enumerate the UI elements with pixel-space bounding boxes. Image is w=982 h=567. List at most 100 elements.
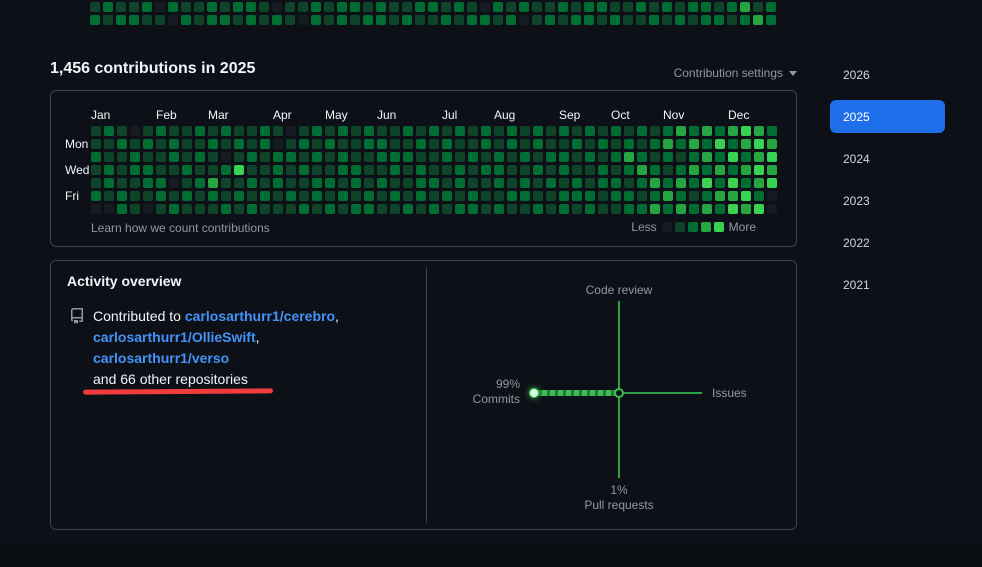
contribution-cell[interactable] xyxy=(350,2,360,12)
contribution-cell[interactable] xyxy=(325,152,335,162)
contribution-cell[interactable] xyxy=(442,126,452,136)
contribution-cell[interactable] xyxy=(325,165,335,175)
contribution-cell[interactable] xyxy=(299,178,309,188)
contribution-cell[interactable] xyxy=(91,165,101,175)
contribution-cell[interactable] xyxy=(364,139,374,149)
contribution-cell[interactable] xyxy=(455,204,465,214)
contribution-cell[interactable] xyxy=(572,178,582,188)
contribution-cell[interactable] xyxy=(572,126,582,136)
contribution-cell[interactable] xyxy=(299,165,309,175)
contribution-cell[interactable] xyxy=(156,126,166,136)
contribution-cell[interactable] xyxy=(519,15,529,25)
contribution-cell[interactable] xyxy=(689,165,699,175)
contribution-cell[interactable] xyxy=(416,165,426,175)
contribution-cell[interactable] xyxy=(715,178,725,188)
contribution-cell[interactable] xyxy=(181,15,191,25)
contribution-cell[interactable] xyxy=(468,152,478,162)
contribution-cell[interactable] xyxy=(416,152,426,162)
contribution-cell[interactable] xyxy=(182,165,192,175)
contribution-cell[interactable] xyxy=(338,191,348,201)
contribution-cell[interactable] xyxy=(169,191,179,201)
contribution-cell[interactable] xyxy=(273,191,283,201)
contribution-cell[interactable] xyxy=(130,178,140,188)
contribution-cell[interactable] xyxy=(169,204,179,214)
contribution-cell[interactable] xyxy=(285,2,295,12)
contribution-cell[interactable] xyxy=(494,178,504,188)
contribution-cell[interactable] xyxy=(143,126,153,136)
contribution-cell[interactable] xyxy=(520,204,530,214)
contribution-cell[interactable] xyxy=(572,165,582,175)
contribution-cell[interactable] xyxy=(754,178,764,188)
contribution-cell[interactable] xyxy=(480,2,490,12)
contribution-cell[interactable] xyxy=(493,2,503,12)
contribution-cell[interactable] xyxy=(493,15,503,25)
contribution-cell[interactable] xyxy=(701,2,711,12)
contribution-cell[interactable] xyxy=(195,152,205,162)
contribution-cell[interactable] xyxy=(363,15,373,25)
contribution-cell[interactable] xyxy=(728,204,738,214)
contribution-cell[interactable] xyxy=(428,15,438,25)
contribution-cell[interactable] xyxy=(754,165,764,175)
contribution-cell[interactable] xyxy=(221,165,231,175)
contribution-cell[interactable] xyxy=(117,204,127,214)
contribution-cell[interactable] xyxy=(507,152,517,162)
contribution-cell[interactable] xyxy=(676,191,686,201)
contribution-cell[interactable] xyxy=(91,204,101,214)
contribution-cell[interactable] xyxy=(168,2,178,12)
contribution-cell[interactable] xyxy=(351,204,361,214)
contribution-cell[interactable] xyxy=(312,178,322,188)
contribution-cell[interactable] xyxy=(494,139,504,149)
contribution-cell[interactable] xyxy=(194,15,204,25)
contribution-cell[interactable] xyxy=(390,165,400,175)
contribution-cell[interactable] xyxy=(559,191,569,201)
contribution-cell[interactable] xyxy=(247,191,257,201)
contribution-cell[interactable] xyxy=(442,204,452,214)
contribution-cell[interactable] xyxy=(767,191,777,201)
contribution-cell[interactable] xyxy=(246,15,256,25)
contribution-cell[interactable] xyxy=(688,15,698,25)
contribution-cell[interactable] xyxy=(182,126,192,136)
contribution-cell[interactable] xyxy=(351,152,361,162)
contribution-cell[interactable] xyxy=(364,204,374,214)
contribution-cell[interactable] xyxy=(312,139,322,149)
contribution-cell[interactable] xyxy=(429,178,439,188)
contribution-cell[interactable] xyxy=(260,178,270,188)
contribution-cell[interactable] xyxy=(403,126,413,136)
contribution-cell[interactable] xyxy=(663,126,673,136)
contribution-cell[interactable] xyxy=(481,152,491,162)
contribution-cell[interactable] xyxy=(520,165,530,175)
contribution-cell[interactable] xyxy=(429,165,439,175)
contribution-cell[interactable] xyxy=(416,178,426,188)
contribution-cell[interactable] xyxy=(494,152,504,162)
contribution-cell[interactable] xyxy=(182,204,192,214)
contribution-cell[interactable] xyxy=(91,139,101,149)
contribution-cell[interactable] xyxy=(130,126,140,136)
year-item-2024[interactable]: 2024 xyxy=(830,142,945,175)
contribution-cell[interactable] xyxy=(273,204,283,214)
contribution-cell[interactable] xyxy=(520,191,530,201)
year-item-2025[interactable]: 2025 xyxy=(830,100,945,133)
contribution-cell[interactable] xyxy=(637,139,647,149)
contribution-cell[interactable] xyxy=(247,178,257,188)
contribution-cell[interactable] xyxy=(636,15,646,25)
contribution-cell[interactable] xyxy=(637,178,647,188)
contribution-cell[interactable] xyxy=(247,126,257,136)
contribution-cell[interactable] xyxy=(247,204,257,214)
contribution-cell[interactable] xyxy=(155,2,165,12)
contribution-cell[interactable] xyxy=(676,165,686,175)
contribution-cell[interactable] xyxy=(403,178,413,188)
contribution-cell[interactable] xyxy=(662,2,672,12)
contribution-cell[interactable] xyxy=(663,204,673,214)
contribution-cell[interactable] xyxy=(662,15,672,25)
contribution-cell[interactable] xyxy=(351,139,361,149)
contribution-cell[interactable] xyxy=(233,15,243,25)
contribution-cell[interactable] xyxy=(676,139,686,149)
contribution-cell[interactable] xyxy=(519,2,529,12)
contribution-cell[interactable] xyxy=(532,2,542,12)
contribution-cell[interactable] xyxy=(637,126,647,136)
contribution-cell[interactable] xyxy=(299,204,309,214)
contribution-cell[interactable] xyxy=(728,139,738,149)
contribution-cell[interactable] xyxy=(377,178,387,188)
contribution-cell[interactable] xyxy=(442,191,452,201)
contribution-cell[interactable] xyxy=(663,165,673,175)
